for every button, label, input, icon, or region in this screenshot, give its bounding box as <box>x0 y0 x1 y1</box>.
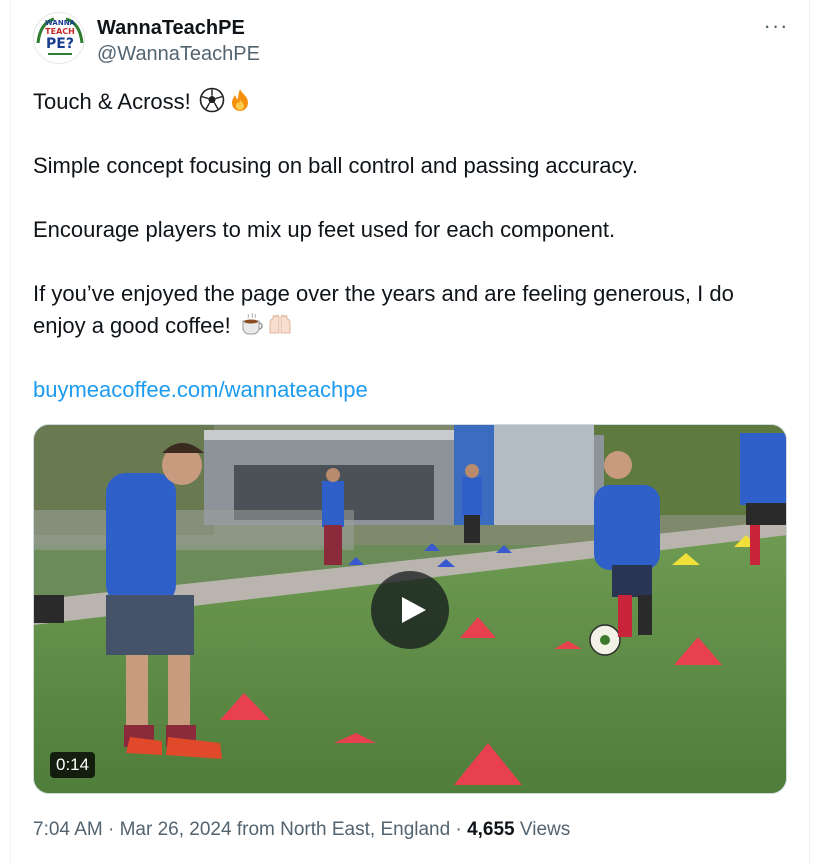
tweet-time[interactable]: 7:04 AM <box>33 819 103 840</box>
separator: · <box>108 819 115 840</box>
hot-beverage-icon <box>242 312 263 335</box>
avatar[interactable]: WANNA TEACH PE? <box>33 12 85 64</box>
tweet-line-text: Touch & Across! <box>33 89 191 114</box>
svg-text:WANNA: WANNA <box>45 19 76 27</box>
fire-icon <box>231 89 248 111</box>
tweet-line: buymeacoffee.com/wannateachpe <box>33 374 793 406</box>
user-handle[interactable]: @WannaTeachPE <box>97 42 260 66</box>
video-duration-badge: 0:14 <box>50 752 96 778</box>
tweet-line: Touch & Across! <box>33 86 793 118</box>
play-icon <box>402 597 426 623</box>
coffee-link[interactable]: buymeacoffee.com/wannateachpe <box>33 377 368 402</box>
tweet-text: Touch & Across! Simple concept focusing … <box>33 86 793 406</box>
tweet-line: If you’ve enjoyed the page over the year… <box>33 281 734 306</box>
avatar-logo: WANNA TEACH PE? <box>34 13 84 63</box>
tweet-line: enjoy a good coffee! <box>33 310 793 342</box>
tweet-line-text: enjoy a good coffee! <box>33 313 231 338</box>
raising-hands-icon <box>269 314 291 334</box>
tweet-metadata: 7:04 AM · Mar 26, 2024 from North East, … <box>33 816 570 844</box>
display-name[interactable]: WannaTeachPE <box>97 16 245 40</box>
video-player[interactable]: 0:14 <box>33 424 787 794</box>
soccer-ball-icon <box>199 87 225 113</box>
tweet-line: Encourage players to mix up feet used fo… <box>33 217 616 242</box>
views-label: Views <box>519 819 571 840</box>
separator: · <box>455 819 462 840</box>
tweet-location: from North East, England <box>236 819 451 840</box>
views-count[interactable]: 4,655 <box>467 819 515 840</box>
svg-text:PE?: PE? <box>46 36 74 52</box>
more-options-icon[interactable]: ··· <box>759 12 793 40</box>
play-button[interactable] <box>371 571 449 649</box>
svg-text:TEACH: TEACH <box>45 27 75 36</box>
tweet-line: Simple concept focusing on ball control … <box>33 153 638 178</box>
tweet-date[interactable]: Mar 26, 2024 <box>120 819 232 840</box>
tweet-card: WANNA TEACH PE? WannaTeachPE @WannaTeach… <box>10 0 810 864</box>
